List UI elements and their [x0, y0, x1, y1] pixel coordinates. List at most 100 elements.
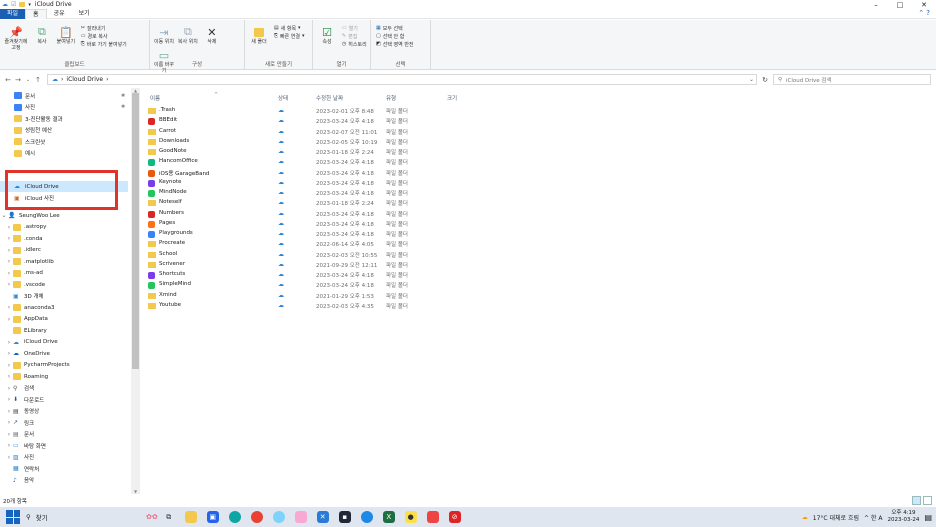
nav-user-item-15[interactable]: › ⬇ 다운로드 [0, 394, 128, 405]
properties-button[interactable]: ☑ 속성 [316, 22, 338, 46]
tab-home[interactable]: 홈 [25, 8, 47, 19]
nav-quick-5[interactable]: 예시 [0, 148, 128, 159]
expand-chevron-icon[interactable]: › [5, 419, 13, 426]
nav-quick-1[interactable]: 사진 ✱ [0, 102, 128, 113]
table-row[interactable]: SimpleMind ☁ 2023-03-24 오후 4:18 파일 폴더 [145, 280, 475, 290]
back-icon[interactable]: ← [3, 76, 13, 84]
kakaotalk-icon[interactable]: ● [404, 511, 417, 523]
vscode-icon[interactable]: ✕ [316, 511, 329, 523]
paste-shortcut-button[interactable]: ⎘ 바로 가기 붙여넣기 [81, 40, 127, 48]
expand-chevron-icon[interactable]: ⌄ [0, 212, 8, 219]
chrome-icon[interactable] [250, 511, 263, 523]
table-row[interactable]: Noteself ☁ 2023-01-18 오후 2:24 파일 폴더 [145, 198, 475, 208]
copy-button[interactable]: ⧉ 복사 [31, 22, 53, 45]
app-icon-2[interactable] [294, 511, 307, 523]
edge-icon[interactable] [228, 511, 241, 523]
nav-user[interactable]: ⌄ 👤 SeungWoo Lee [0, 210, 128, 221]
col-size-header[interactable]: 크기 [447, 92, 487, 103]
easy-access-button[interactable]: ⎘ 빠른 연결 ▾ [274, 32, 305, 40]
history-button[interactable]: ◷ 히스토리 [342, 40, 367, 48]
search-input[interactable]: ⚲ iCloud Drive 검색 [773, 74, 931, 85]
expand-chevron-icon[interactable]: › [5, 281, 13, 288]
properties-quick-icon[interactable]: ☑ [11, 1, 16, 8]
help-icon[interactable]: ⌃ ? [918, 9, 930, 17]
nav-user-item-20[interactable]: › ▨ 사진 [0, 452, 128, 463]
address-bar[interactable]: ☁ › iCloud Drive › ⌄ [47, 74, 757, 85]
table-row[interactable]: Carrot ☁ 2023-02-07 오전 11:01 파일 폴더 [145, 127, 475, 137]
expand-chevron-icon[interactable]: › [5, 304, 13, 311]
address-dropdown-icon[interactable]: ⌄ [749, 76, 754, 83]
notification-icon[interactable]: ▤ [924, 513, 932, 522]
terminal-icon[interactable]: ▪ [338, 511, 351, 523]
nav-user-item-13[interactable]: › Roaming [0, 371, 128, 382]
expand-chevron-icon[interactable]: › [5, 339, 13, 346]
nav-user-item-21[interactable]: ▦ 연락처 [0, 463, 128, 474]
table-row[interactable]: Numbers ☁ 2023-03-24 오후 4:18 파일 폴더 [145, 209, 475, 219]
app-icon-4[interactable] [426, 511, 439, 523]
expand-chevron-icon[interactable]: › [5, 350, 13, 357]
table-row[interactable]: Downloads ☁ 2023-02-05 오후 10:19 파일 폴더 [145, 137, 475, 147]
pin-quick-access-button[interactable]: 📌 즐겨찾기에 고정 [3, 22, 29, 52]
store-icon[interactable]: ▣ [206, 511, 219, 523]
delete-button[interactable]: ✕ 삭제 [201, 22, 223, 46]
tab-share[interactable]: 공유 [47, 9, 72, 19]
edit-button[interactable]: ✎ 편집 [342, 32, 367, 40]
table-row[interactable]: Shortcuts ☁ 2023-03-24 오후 4:18 파일 폴더 [145, 270, 475, 280]
app-icon-1[interactable] [272, 511, 285, 523]
move-to-button[interactable]: ⇥ 이동 위치 [153, 22, 175, 46]
table-row[interactable]: Xmind ☁ 2021-01-29 오후 1:53 파일 폴더 [145, 291, 475, 301]
clock[interactable]: 오후 4:19 2023-03-24 [887, 510, 919, 524]
nav-user-item-8[interactable]: › AppData [0, 314, 128, 325]
details-view-button[interactable] [912, 496, 921, 505]
refresh-icon[interactable]: ↻ [759, 74, 771, 85]
nav-user-item-17[interactable]: › ↗ 링크 [0, 417, 128, 428]
nav-user-item-3[interactable]: › .matplotlib [0, 256, 128, 267]
expand-chevron-icon[interactable]: › [5, 385, 13, 392]
nav-user-item-18[interactable]: › ▤ 문서 [0, 429, 128, 440]
nav-user-item-2[interactable]: › .idlerc [0, 245, 128, 256]
maximize-button[interactable]: □ [888, 0, 912, 9]
windows-start-icon[interactable] [6, 510, 20, 524]
forward-icon[interactable]: → [13, 76, 23, 84]
table-row[interactable]: iOS용 GarageBand ☁ 2023-03-24 오후 4:18 파일 폴더 [145, 168, 475, 178]
table-row[interactable]: Keynote ☁ 2023-03-24 오후 4:18 파일 폴더 [145, 178, 475, 188]
app-icon-5[interactable]: ⊘ [448, 511, 461, 523]
expand-chevron-icon[interactable]: › [5, 454, 13, 461]
nav-scrollbar[interactable]: ▲ ▼ [131, 88, 140, 494]
expand-chevron-icon[interactable]: › [5, 247, 13, 254]
table-row[interactable]: HancomOffice ☁ 2023-03-24 오후 4:18 파일 폴더 [145, 157, 475, 167]
table-row[interactable]: GoodNote ☁ 2023-01-18 오후 2:24 파일 폴더 [145, 147, 475, 157]
expand-chevron-icon[interactable]: › [5, 373, 13, 380]
minimize-button[interactable]: – [864, 0, 888, 9]
nav-quick-2[interactable]: 3-진단활동 결과 [0, 113, 128, 124]
expand-chevron-icon[interactable]: › [5, 442, 13, 449]
table-row[interactable]: MindNode ☁ 2023-03-24 오후 4:18 파일 폴더 [145, 188, 475, 198]
select-none-button[interactable]: ▢ 선택 안 함 [376, 32, 414, 40]
nav-user-item-4[interactable]: › .ms-ad [0, 268, 128, 279]
col-name-header[interactable]: 이름 ^ [150, 92, 280, 103]
nav-user-item-12[interactable]: › PycharmProjects [0, 360, 128, 371]
expand-chevron-icon[interactable]: › [5, 396, 13, 403]
col-status-header[interactable]: 상태 [278, 92, 313, 103]
table-row[interactable]: Youtube ☁ 2023-02-03 오후 4:35 파일 폴더 [145, 301, 475, 311]
nav-user-item-9[interactable]: ELibrary [0, 325, 128, 336]
expand-chevron-icon[interactable]: › [5, 235, 13, 242]
large-icons-view-button[interactable] [923, 496, 932, 505]
new-folder-quick-icon[interactable] [19, 2, 26, 7]
up-icon[interactable]: ↑ [33, 76, 43, 84]
new-item-button[interactable]: ▤ 새 항목 ▾ [274, 24, 305, 32]
copy-path-button[interactable]: ▭ 경로 복사 [81, 32, 127, 40]
nav-user-item-1[interactable]: › .conda [0, 233, 128, 244]
expand-chevron-icon[interactable]: › [5, 316, 13, 323]
nav-user-item-7[interactable]: › anaconda3 [0, 302, 128, 313]
open-button[interactable]: ▭ 열기 [342, 24, 367, 32]
table-row[interactable]: Procreate ☁ 2022-06-14 오후 4:05 파일 폴더 [145, 239, 475, 249]
task-view-icon[interactable]: ⧉ [163, 511, 175, 523]
tab-view[interactable]: 보기 [72, 9, 97, 19]
select-all-button[interactable]: ▦ 모두 선택 [376, 24, 414, 32]
new-folder-button[interactable]: 새 폴더 [248, 22, 270, 45]
nav-user-item-5[interactable]: › .vscode [0, 279, 128, 290]
col-type-header[interactable]: 유형 [386, 92, 446, 103]
nav-user-item-16[interactable]: › ▤ 동영상 [0, 406, 128, 417]
nav-user-item-11[interactable]: › ☁ OneDrive [0, 348, 128, 359]
